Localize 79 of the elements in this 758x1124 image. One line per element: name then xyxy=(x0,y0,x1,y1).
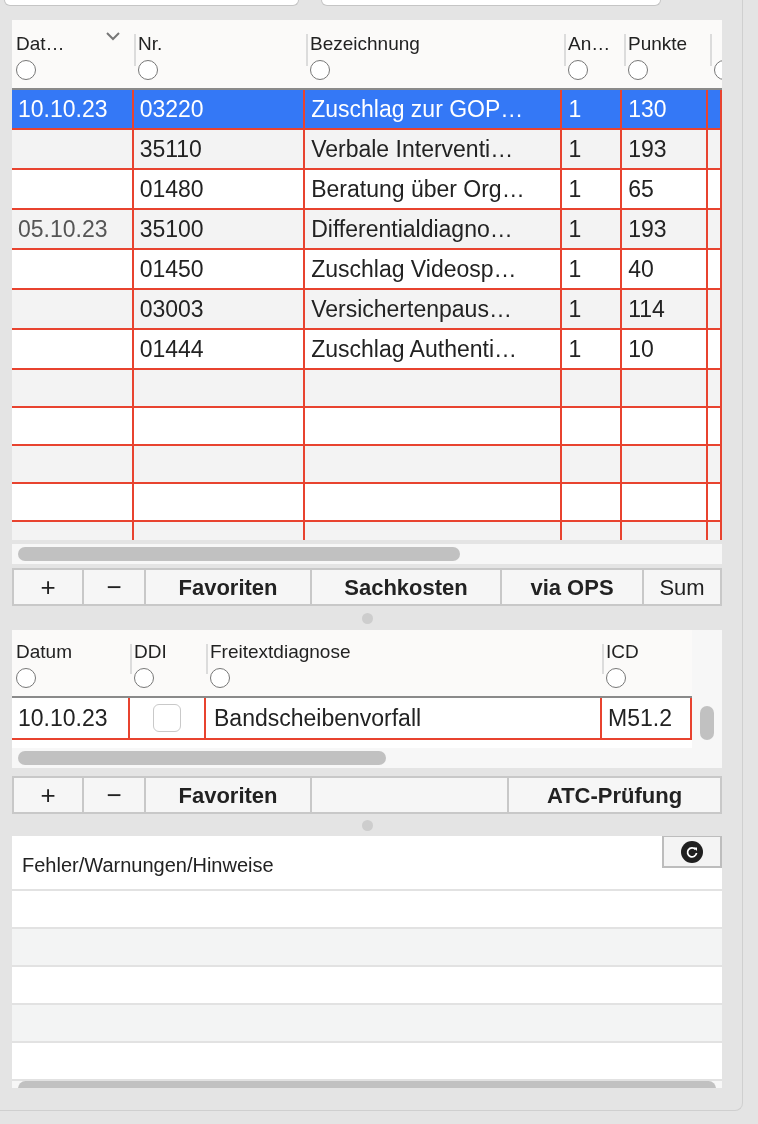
toolbar-button[interactable]: + xyxy=(14,778,82,812)
table-row[interactable]: 05.10.23 35100 Differentialdiagno… 1 193 xyxy=(12,210,722,250)
table-cell-text: 01450 xyxy=(139,254,204,284)
table-row[interactable]: 10.10.23 03220 Zuschlag zur GOP… 1 130 xyxy=(12,90,722,130)
toolbar-button[interactable]: Sachkosten xyxy=(310,570,500,604)
table-row[interactable]: 35110 Verbale Interventi… 1 193 xyxy=(12,130,722,170)
toolbar-button[interactable]: + xyxy=(14,570,82,604)
column-header[interactable]: An… xyxy=(568,32,611,56)
table-row[interactable]: 01480 Beratung über Org… 1 65 xyxy=(12,170,722,210)
table-cell-text: 03220 xyxy=(139,94,204,124)
toolbar-button[interactable]: Favoriten xyxy=(144,570,310,604)
table-cell-text: Zuschlag Videosp… xyxy=(311,254,517,284)
table-cell-text: 35100 xyxy=(139,214,204,244)
filter-radio[interactable] xyxy=(16,668,36,688)
filter-radio[interactable] xyxy=(568,60,588,80)
toolbar-button[interactable]: via OPS xyxy=(500,570,642,604)
table-cell-text: 1 xyxy=(568,134,582,164)
input-field[interactable] xyxy=(321,0,661,6)
table-cell-text: 1 xyxy=(568,94,582,124)
checkbox[interactable] xyxy=(153,704,181,732)
table-cell-text: M51.2 xyxy=(608,703,672,733)
table-cell-text: 03003 xyxy=(139,294,204,324)
table-cell-text: 01444 xyxy=(139,334,204,364)
column-header[interactable]: Freitextdiagnose xyxy=(210,640,351,664)
table-cell-text: 130 xyxy=(628,94,667,124)
table-cell-text: 40 xyxy=(628,254,654,284)
refresh-button[interactable] xyxy=(662,836,722,868)
table-cell-text: Zuschlag Authenti… xyxy=(311,334,517,364)
column-header[interactable]: Dat… xyxy=(16,32,65,56)
filter-radio[interactable] xyxy=(16,60,36,80)
table-cell-text: 10.10.23 xyxy=(18,703,108,733)
table-cell-text: 1 xyxy=(568,174,582,204)
table-cell-text: 114 xyxy=(628,294,665,324)
table-cell-text: 1 xyxy=(568,214,582,244)
table-row[interactable]: 10.10.23 Bandscheibenvorfall M51.2 xyxy=(12,698,692,740)
column-header[interactable]: Punkte xyxy=(628,32,688,56)
column-header[interactable]: Bezeichnung xyxy=(310,32,420,56)
toolbar-button[interactable]: Sum xyxy=(642,570,720,604)
table-cell-text: 10.10.23 xyxy=(18,94,108,124)
table-cell-text: Versichertenpaus… xyxy=(311,294,512,324)
table-cell-text: 1 xyxy=(568,334,582,364)
table-cell-text: 05.10.23 xyxy=(18,214,108,244)
refresh-icon xyxy=(681,840,703,863)
toolbar-button[interactable]: ATC-Prüfung xyxy=(507,778,720,812)
column-header[interactable]: Datum xyxy=(16,640,72,664)
table-row[interactable]: 01444 Zuschlag Authenti… 1 10 xyxy=(12,330,722,370)
table-cell-text: Bandscheibenvorfall xyxy=(213,703,422,733)
messages-title: Fehler/Warnungen/Hinweise xyxy=(22,852,274,878)
table-cell-text: 35110 xyxy=(139,134,202,164)
table-cell-text: 1 xyxy=(568,294,582,324)
scrollbar-thumb[interactable] xyxy=(18,547,460,561)
table-cell-text: 193 xyxy=(628,134,667,164)
scrollbar-thumb[interactable] xyxy=(700,706,714,740)
input-field[interactable] xyxy=(4,0,299,6)
column-header[interactable]: Nr. xyxy=(138,32,163,56)
filter-radio[interactable] xyxy=(210,668,230,688)
table-cell-text: 01480 xyxy=(139,174,204,204)
toolbar-button[interactable]: − xyxy=(82,570,144,604)
table-cell-text: 193 xyxy=(628,214,667,244)
filter-radio[interactable] xyxy=(606,668,626,688)
table-cell-text: 10 xyxy=(628,334,654,364)
toolbar-button[interactable]: − xyxy=(82,778,144,812)
table-row[interactable]: 01450 Zuschlag Videosp… 1 40 xyxy=(12,250,722,290)
scrollbar-thumb[interactable] xyxy=(18,751,386,765)
table-cell-text: 65 xyxy=(628,174,654,204)
filter-radio[interactable] xyxy=(628,60,648,80)
table-row[interactable]: 03003 Versichertenpaus… 1 114 xyxy=(12,290,722,330)
table-cell-text: Zuschlag zur GOP… xyxy=(311,94,524,124)
table-cell-text: 1 xyxy=(568,254,582,284)
table-cell-text: Verbale Interventi… xyxy=(311,134,514,164)
table-cell-text: Beratung über Org… xyxy=(311,174,525,204)
filter-radio[interactable] xyxy=(134,668,154,688)
chevron-down-icon xyxy=(106,32,120,41)
column-header[interactable]: ICD xyxy=(606,640,639,664)
table-cell-text: Differentialdiagno… xyxy=(311,214,513,244)
column-header[interactable]: DDI xyxy=(134,640,167,664)
filter-radio[interactable] xyxy=(310,60,330,80)
filter-radio[interactable] xyxy=(138,60,158,80)
toolbar-button[interactable]: Favoriten xyxy=(144,778,310,812)
